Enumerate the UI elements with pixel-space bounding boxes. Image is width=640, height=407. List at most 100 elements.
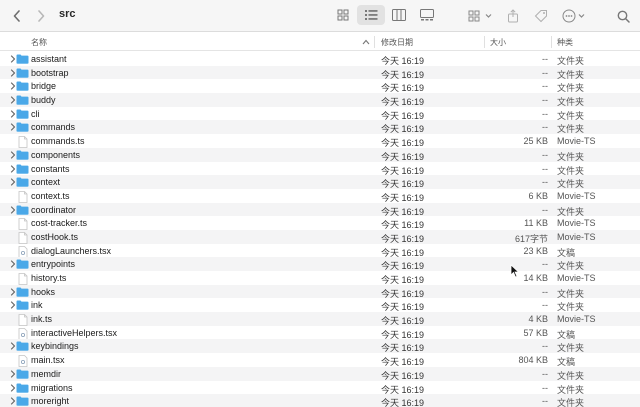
file-size: -- <box>542 341 548 352</box>
folder-icon <box>16 205 29 217</box>
folder-icon <box>16 164 29 176</box>
column-view-icon <box>392 9 406 21</box>
folder-row[interactable]: memdir 今天 16:19 -- 文件夹 <box>0 366 640 381</box>
window-title: src <box>59 8 76 20</box>
column-divider[interactable] <box>484 36 485 48</box>
folder-row[interactable]: keybindings 今天 16:19 -- 文件夹 <box>0 339 640 353</box>
file-size: -- <box>542 95 548 106</box>
file-name: commands <box>31 122 76 133</box>
file-kind: Movie-TS <box>557 218 596 229</box>
file-name: cli <box>31 108 40 119</box>
file-row[interactable]: cost-tracker.ts 今天 16:19 11 KB Movie-TS <box>0 216 640 230</box>
folder-row[interactable]: entrypoints 今天 16:19 -- 文件夹 <box>0 257 640 271</box>
file-row[interactable]: commands.ts 今天 16:19 25 KB Movie-TS <box>0 134 640 148</box>
chevron-left-icon <box>13 10 20 22</box>
file-row[interactable]: interactiveHelpers.tsx 今天 16:19 57 KB 文稿 <box>0 326 640 340</box>
file-size: -- <box>542 382 548 393</box>
file-size: 4 KB <box>528 314 548 325</box>
share-icon <box>508 9 518 23</box>
share-button[interactable] <box>506 7 520 25</box>
icon-view-button[interactable] <box>329 5 357 25</box>
file-size: -- <box>542 286 548 297</box>
file-name: interactiveHelpers.tsx <box>31 327 118 338</box>
folder-icon <box>16 54 29 66</box>
folder-row[interactable]: buddy 今天 16:19 -- 文件夹 <box>0 93 640 107</box>
action-menu-button[interactable] <box>562 7 588 25</box>
file-size: -- <box>542 396 548 407</box>
file-name: components <box>31 149 81 160</box>
file-size: 11 KB <box>524 218 548 229</box>
file-name: bridge <box>31 81 57 92</box>
file-kind: Movie-TS <box>557 231 596 242</box>
file-row[interactable]: dialogLaunchers.tsx 今天 16:19 23 KB 文稿 <box>0 244 640 258</box>
folder-icon <box>16 300 29 312</box>
forward-button[interactable] <box>34 7 48 25</box>
list-view-button[interactable] <box>357 5 385 25</box>
more-actions-icon <box>562 9 585 23</box>
column-divider[interactable] <box>551 36 552 48</box>
folder-row[interactable]: components 今天 16:19 -- 文件夹 <box>0 147 640 162</box>
folder-icon <box>16 383 29 395</box>
folder-row[interactable]: coordinator 今天 16:19 -- 文件夹 <box>0 202 640 217</box>
folder-row[interactable]: cli 今天 16:19 -- 文件夹 <box>0 107 640 121</box>
file-size: -- <box>542 300 548 311</box>
folder-icon <box>16 177 29 189</box>
column-view-button[interactable] <box>385 5 413 25</box>
file-kind: Movie-TS <box>557 273 596 283</box>
folder-row[interactable]: bridge 今天 16:19 -- 文件夹 <box>0 79 640 93</box>
back-button[interactable] <box>10 7 24 25</box>
file-kind: Movie-TS <box>557 136 596 147</box>
file-row[interactable]: ink.ts 今天 16:19 4 KB Movie-TS <box>0 312 640 326</box>
folder-icon <box>16 68 29 80</box>
folder-row[interactable]: ink 今天 16:19 -- 文件夹 <box>0 298 640 312</box>
column-name-header[interactable]: 名称 <box>31 37 47 48</box>
file-kind: Movie-TS <box>557 190 596 201</box>
file-name: history.ts <box>31 273 67 283</box>
folder-row[interactable]: commands 今天 16:19 -- 文件夹 <box>0 120 640 134</box>
file-size: -- <box>542 259 548 270</box>
column-date-header[interactable]: 修改日期 <box>381 37 413 48</box>
folder-icon <box>16 122 29 134</box>
file-row[interactable]: main.tsx 今天 16:19 804 KB 文稿 <box>0 353 640 367</box>
folder-row[interactable]: bootstrap 今天 16:19 -- 文件夹 <box>0 65 640 80</box>
folder-icon <box>16 109 29 121</box>
folder-row[interactable]: moreright 今天 16:19 -- 文件夹 <box>0 394 640 407</box>
list-view-icon <box>365 10 378 20</box>
folder-row[interactable]: assistant 今天 16:19 -- 文件夹 <box>0 52 640 66</box>
folder-icon <box>16 150 29 162</box>
folder-icon <box>16 369 29 381</box>
view-switcher <box>327 5 443 25</box>
column-size-header[interactable]: 大小 <box>490 37 506 48</box>
finder-toolbar: src <box>0 0 640 32</box>
file-name: main.tsx <box>31 355 65 366</box>
search-button[interactable] <box>616 7 630 25</box>
folder-row[interactable]: hooks 今天 16:19 -- 文件夹 <box>0 284 640 299</box>
chevron-right-icon <box>38 10 45 22</box>
file-size: -- <box>542 368 548 379</box>
folder-row[interactable]: constants 今天 16:19 -- 文件夹 <box>0 162 640 176</box>
file-name: context <box>31 177 61 188</box>
group-by-button[interactable] <box>468 7 494 25</box>
icon-view-icon <box>337 9 349 21</box>
file-row[interactable]: context.ts 今天 16:19 6 KB Movie-TS <box>0 189 640 203</box>
file-row[interactable]: costHook.ts 今天 16:19 617字节 Movie-TS <box>0 229 640 244</box>
tag-button[interactable] <box>533 7 549 25</box>
file-name: ink <box>31 300 43 311</box>
column-kind-header[interactable]: 种类 <box>557 37 573 48</box>
folder-row[interactable]: context 今天 16:19 -- 文件夹 <box>0 175 640 189</box>
file-size: 23 KB <box>523 245 548 256</box>
folder-icon <box>16 95 29 107</box>
search-icon <box>617 10 630 23</box>
folder-row[interactable]: migrations 今天 16:19 -- 文件夹 <box>0 381 640 395</box>
file-size: -- <box>542 54 548 64</box>
file-size: -- <box>542 108 548 119</box>
file-name: dialogLaunchers.tsx <box>31 245 112 256</box>
column-divider[interactable] <box>374 36 375 48</box>
file-size: 25 KB <box>523 136 548 147</box>
gallery-view-button[interactable] <box>413 5 441 25</box>
folder-icon <box>16 287 29 299</box>
mouse-cursor-icon <box>510 264 520 278</box>
file-name: buddy <box>31 95 56 106</box>
file-row[interactable]: history.ts 今天 16:19 14 KB Movie-TS <box>0 271 640 285</box>
file-name: bootstrap <box>31 67 69 78</box>
